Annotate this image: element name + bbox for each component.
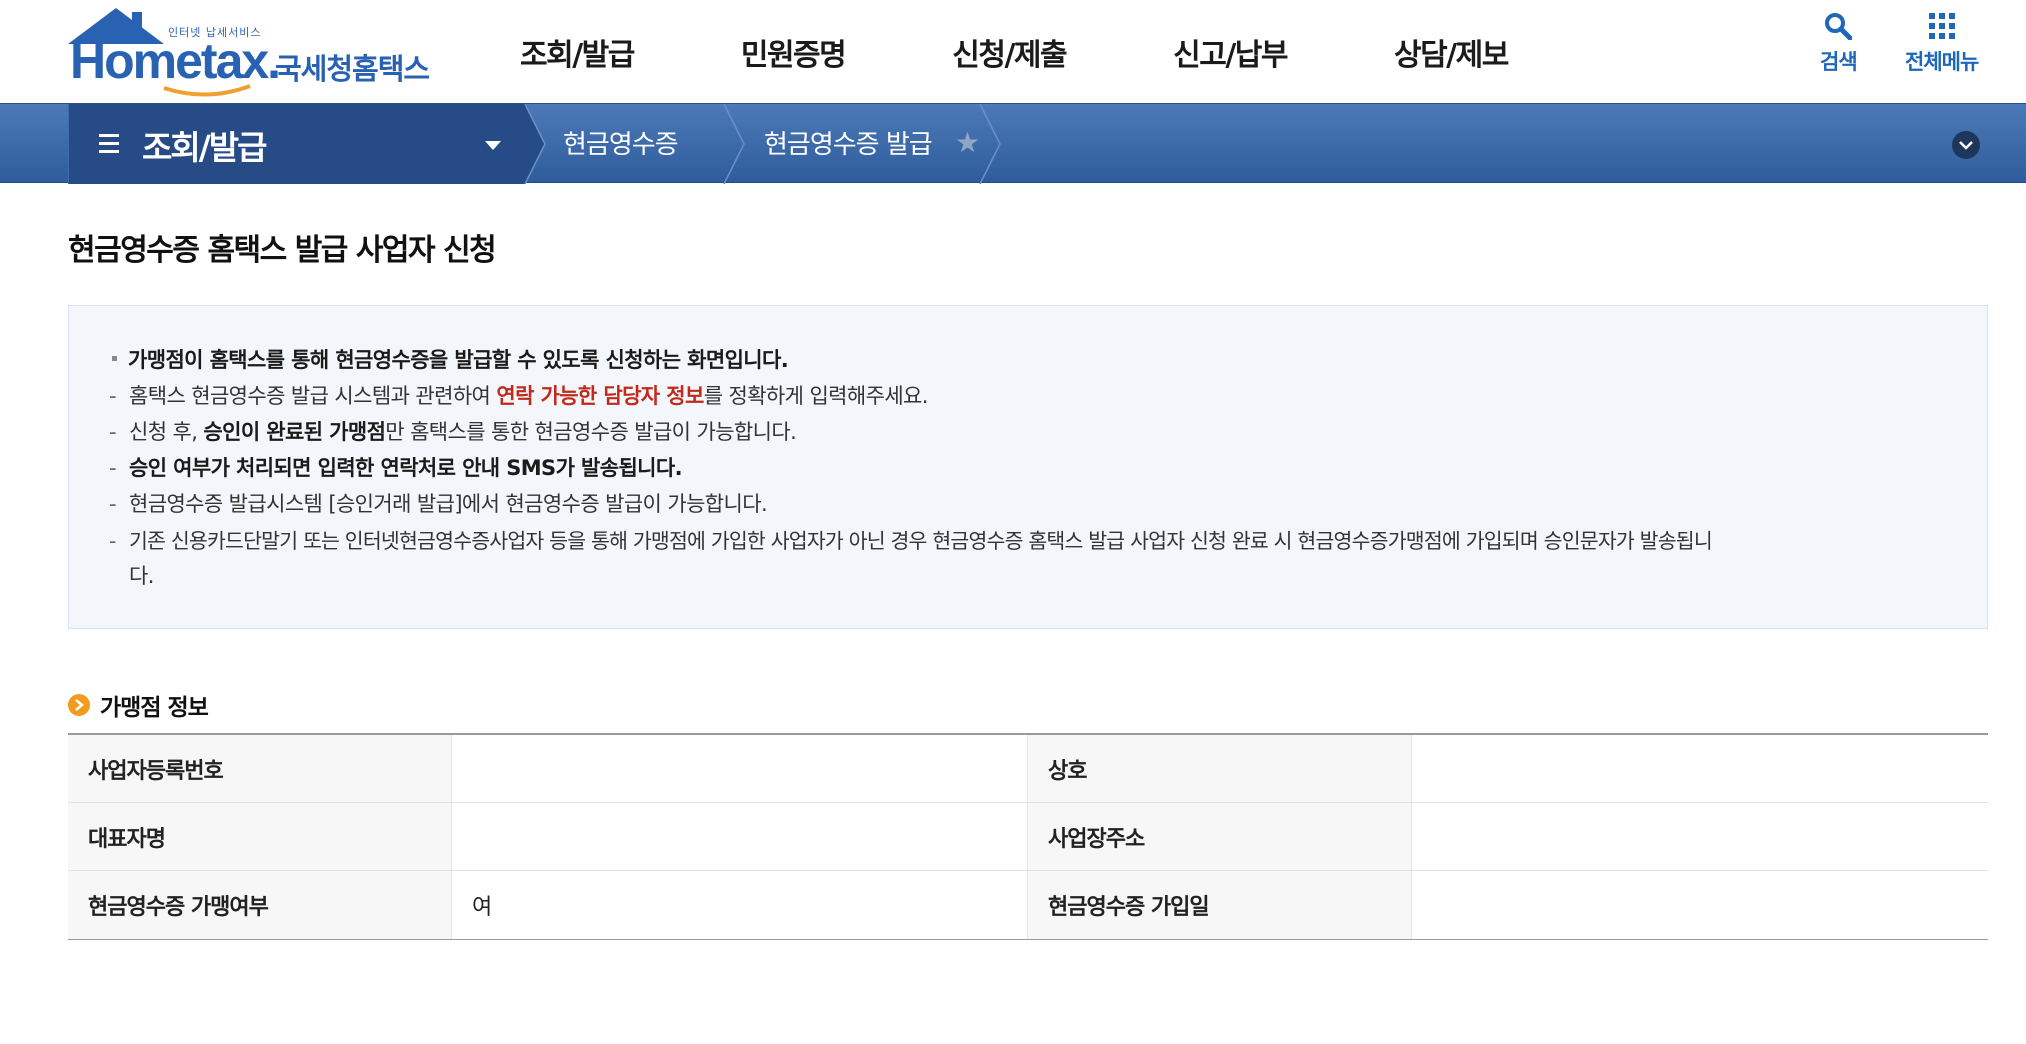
top-header: 인터넷 납세서비스 Hometax. 국세청홈택스 조회/발급 민원증명 신청/…: [0, 0, 2026, 103]
chevron-down-icon: [1959, 141, 1973, 150]
dash-bullet: -: [109, 456, 117, 480]
nav-item-certificates[interactable]: 민원증명: [741, 30, 847, 74]
search-label: 검색: [1820, 50, 1858, 74]
notice-line: - 현금영수증 발급시스템 [승인거래 발급]에서 현금영수증 발급이 가능합니다…: [109, 488, 768, 518]
table-row: 사업자등록번호 상호: [68, 735, 1988, 803]
logo-brand-text: Hometax.: [70, 33, 281, 89]
join-date-label: 현금영수증 가입일: [1028, 871, 1412, 939]
notice-text: 만 홈택스를 통한 현금영수증 발급이 가능합니다.: [385, 420, 797, 444]
notice-line: - 신청 후, 승인이 완료된 가맹점만 홈택스를 통한 현금영수증 발급이 가능…: [109, 416, 797, 446]
breadcrumb-cash-receipt-issue[interactable]: 현금영수증 발급: [764, 124, 933, 161]
notice-line: - 홈택스 현금영수증 발급 시스템과 관련하여 연락 가능한 담당자 정보를 정…: [109, 380, 928, 410]
notice-bold: 승인 여부가 처리되면 입력한 연락처로 안내 SMS가 발송됩니다.: [129, 456, 683, 480]
location-bar: 조회/발급 현금영수증 현금영수증 발급 ★: [0, 103, 2026, 184]
business-number-label: 사업자등록번호: [68, 735, 452, 802]
favorite-star-icon[interactable]: ★: [955, 126, 980, 159]
logo-swoosh-icon: [163, 84, 251, 97]
page-title: 현금영수증 홈택스 발급 사업자 신청: [68, 233, 497, 268]
dash-bullet: -: [109, 492, 117, 516]
grid-menu-icon: [1928, 13, 1955, 39]
business-address-label: 사업장주소: [1028, 803, 1412, 870]
join-date-value: [1412, 871, 1988, 939]
logo-brand: Hometax.: [70, 32, 281, 90]
section-header: 가맹점 정보: [68, 688, 209, 722]
nav-item-consult[interactable]: 상담/제보: [1394, 30, 1509, 74]
representative-label: 대표자명: [68, 803, 452, 870]
merchant-status-label: 현금영수증 가맹여부: [68, 871, 452, 939]
notice-text: 를 정확하게 입력해주세요.: [703, 384, 929, 408]
notice-bold: 승인이 완료된 가맹점: [203, 420, 386, 444]
notice-line: 가맹점이 홈택스를 통해 현금영수증을 발급할 수 있도록 신청하는 화면입니다…: [109, 344, 789, 374]
search-icon: [1825, 13, 1853, 40]
table-row: 대표자명 사업장주소: [68, 803, 1988, 871]
square-bullet-icon: [112, 356, 117, 361]
notice-text: 신청 후,: [129, 420, 204, 444]
notice-text: 기존 신용카드단말기 또는 인터넷현금영수증사업자 등을 통해 가맹점에 가입한…: [129, 529, 1713, 553]
representative-value: [452, 803, 1028, 870]
notice-line: - 승인 여부가 처리되면 입력한 연락처로 안내 SMS가 발송됩니다.: [109, 452, 683, 482]
company-name-value: [1412, 735, 1988, 802]
business-number-value: [452, 735, 1028, 802]
dash-bullet: -: [109, 420, 117, 444]
notice-text: 현금영수증 발급시스템 [승인거래 발급]에서 현금영수증 발급이 가능합니다.: [129, 492, 768, 516]
merchant-status-value: 여: [452, 871, 1028, 939]
nav-item-report[interactable]: 신고/납부: [1173, 30, 1288, 74]
global-nav: 조회/발급 민원증명 신청/제출 신고/납부 상담/제보: [520, 30, 1615, 74]
breadcrumb-separator-icon: [979, 104, 1001, 184]
all-menu-label: 전체메뉴: [1905, 50, 1979, 74]
notice-text: 가맹점이 홈택스를 통해 현금영수증을 발급할 수 있도록 신청하는 화면입니다…: [128, 348, 789, 372]
business-address-value: [1412, 803, 1988, 870]
dash-bullet: -: [109, 384, 117, 408]
section-title: 가맹점 정보: [100, 695, 209, 721]
nav-item-inquiry[interactable]: 조회/발급: [520, 30, 635, 74]
breadcrumb-separator-icon: [723, 104, 745, 184]
hometax-logo[interactable]: 인터넷 납세서비스 Hometax. 국세청홈택스: [66, 6, 436, 97]
logo-korean-name: 국세청홈택스: [275, 52, 430, 86]
search-button[interactable]: 검색: [1820, 12, 1858, 76]
nav-item-apply[interactable]: 신청/제출: [952, 30, 1067, 74]
breadcrumb-cash-receipt[interactable]: 현금영수증: [563, 124, 679, 161]
breadcrumb-separator-icon: [524, 104, 546, 184]
merchant-info-table: 사업자등록번호 상호 대표자명 사업장주소 현금영수증 가맹여부 여 현금영수증…: [68, 733, 1988, 940]
notice-text: 다.: [129, 564, 154, 588]
all-menu-button[interactable]: 전체메뉴: [1905, 12, 1979, 76]
main-menu-label: 조회/발급: [142, 128, 267, 167]
section-bullet-icon: [68, 694, 90, 716]
notice-line: - 기존 신용카드단말기 또는 인터넷현금영수증사업자 등을 통해 가맹점에 가입…: [109, 524, 1713, 554]
table-row: 현금영수증 가맹여부 여 현금영수증 가입일: [68, 871, 1988, 939]
notice-highlight: 연락 가능한 담당자 정보: [496, 384, 704, 408]
location-expand-button[interactable]: [1952, 131, 1980, 159]
hamburger-icon: [99, 134, 119, 154]
dash-bullet: -: [109, 529, 116, 553]
notice-line: 다.: [109, 560, 154, 590]
main-menu-dropdown[interactable]: 조회/발급: [68, 104, 526, 184]
caret-down-icon: [485, 141, 501, 150]
notice-box: 가맹점이 홈택스를 통해 현금영수증을 발급할 수 있도록 신청하는 화면입니다…: [68, 305, 1988, 629]
notice-text: 홈택스 현금영수증 발급 시스템과 관련하여: [129, 384, 497, 408]
company-name-label: 상호: [1028, 735, 1412, 802]
